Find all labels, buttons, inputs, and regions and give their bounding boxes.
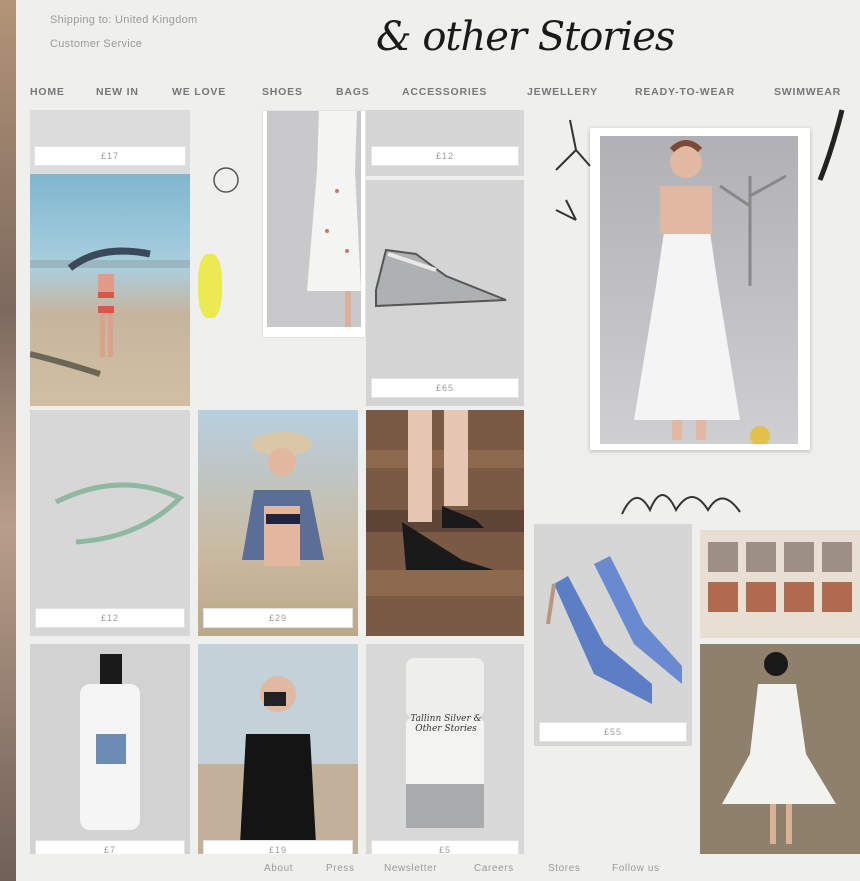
price-label: £12 [371,146,519,166]
main-nav: HOME NEW IN WE LOVE SHOES BAGS ACCESSORI… [16,86,860,102]
product-tile-silver-sandal[interactable]: £65 [366,180,524,406]
nav-we-love[interactable]: WE LOVE [172,86,226,98]
black-sandals-icon [366,410,524,636]
lotion-bottle-icon [80,654,140,830]
editorial-dancer[interactable] [700,644,860,854]
bracelet-icon [54,482,185,545]
product-tile-white-dress[interactable] [262,110,366,338]
editorial-building[interactable] [700,530,860,638]
circle-doodle-icon [213,167,239,193]
background-strip [0,0,16,881]
brand-logo[interactable]: & other Stories [376,14,675,60]
footer-careers[interactable]: Careers [474,863,514,874]
product-tile-bracelet[interactable]: £12 [30,410,190,636]
footer-nav: About Press Newsletter Careers Stores Fo… [16,863,860,879]
bikini-photo [198,410,358,636]
price-label: £7 [35,840,185,854]
editorial-camera[interactable]: £19 [198,644,358,854]
branch-doodle-icon [555,119,591,221]
product-tile-bikini[interactable]: £29 [198,410,358,636]
nav-new-in[interactable]: NEW IN [96,86,139,98]
brushstroke-doodle-icon [817,109,845,181]
silver-sandal-icon [375,248,507,308]
dancer-icon [700,644,860,854]
nav-jewellery[interactable]: JEWELLERY [527,86,598,98]
building-icon [700,530,860,638]
footer-about[interactable]: About [264,863,293,874]
beach-photo [30,174,190,406]
product-tile-model-dress[interactable] [590,128,810,450]
nav-shoes[interactable]: SHOES [262,86,303,98]
blue-heels-icon [546,556,682,704]
yellow-splash [198,254,222,318]
dress-icon [307,111,361,327]
bikini-woman-icon [242,432,324,566]
nav-bags[interactable]: BAGS [336,86,370,98]
price-label: £29 [203,608,353,628]
footer-follow-us[interactable]: Follow us [612,863,660,874]
price-label: £65 [371,378,519,398]
product-tile-blue-heels[interactable]: £55 [534,524,692,746]
price-label: £19 [203,840,353,854]
nav-ready-to-wear[interactable]: READY-TO-WEAR [635,86,735,98]
product-tile-lotion[interactable]: £7 [30,644,190,854]
beach-woman-icon [30,247,190,377]
store-page: Shipping to: United Kingdom Customer Ser… [16,0,860,881]
product-tile-beach[interactable]: £17 [30,110,190,406]
model-dress-photo [600,136,798,446]
footer-press[interactable]: Press [326,863,355,874]
price-label: £5 [371,840,519,854]
nav-accessories[interactable]: ACCESSORIES [402,86,487,98]
white-dress-photo [267,111,361,327]
customer-service-link[interactable]: Customer Service [50,38,142,50]
product-tile-top[interactable]: £12 [366,110,524,176]
model-icon [634,140,787,446]
price-label: £17 [34,146,186,166]
footer-stores[interactable]: Stores [548,863,581,874]
product-tile-nail-polish[interactable]: Tallinn Silver & Other Stories £5 [366,644,524,854]
product-tile-black-sandals[interactable] [366,410,524,636]
script-doodle-icon [621,494,741,515]
nail-polish-icon [406,658,484,828]
nav-home[interactable]: HOME [30,86,65,98]
footer-newsletter[interactable]: Newsletter [384,863,437,874]
polish-label: Tallinn Silver & Other Stories [410,714,482,734]
shipping-link[interactable]: Shipping to: United Kingdom [50,14,198,26]
nav-swimwear[interactable]: SWIMWEAR [774,86,841,98]
camera-woman-icon [198,644,358,854]
price-label: £12 [35,608,185,628]
price-label: £55 [539,722,687,742]
